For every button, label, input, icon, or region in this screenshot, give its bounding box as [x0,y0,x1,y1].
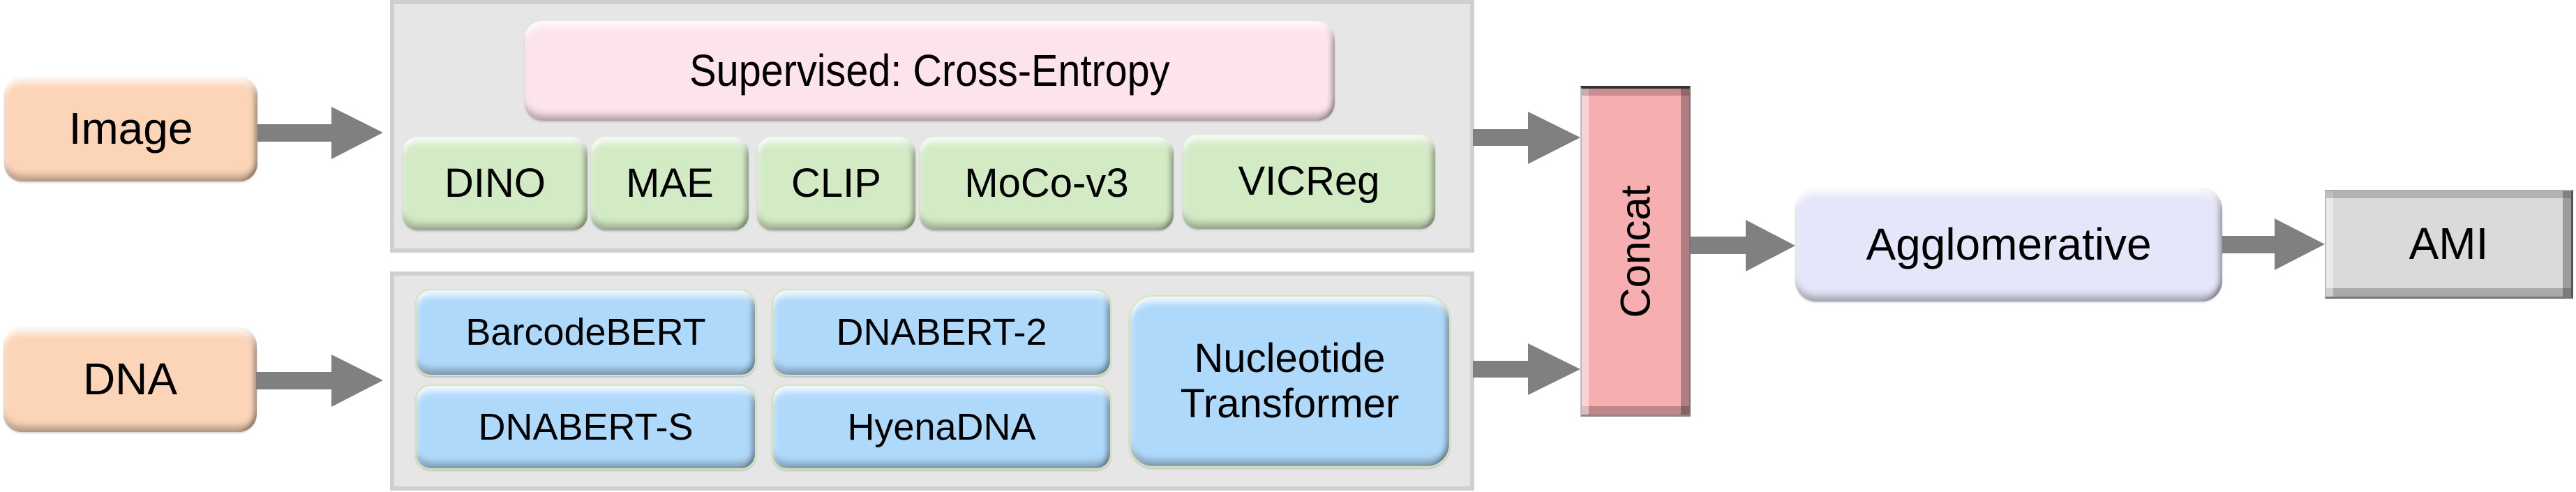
arrow-dna-to-concat [1473,361,1529,378]
dna-encoder-label: BarcodeBERT [465,311,706,354]
ssl-encoder-label: VICReg [1238,158,1380,204]
ssl-encoder-label: MAE [626,160,714,206]
arrow-head-icon [331,107,383,159]
clustering-label: Agglomerative [1866,218,2152,269]
dna-encoder-dnabert-2: DNABERT-2 [772,289,1111,376]
arrow-head-icon [2275,218,2325,270]
ssl-encoder-moco-v3: MoCo-v3 [920,137,1174,230]
ssl-encoder-clip: CLIP [757,137,915,230]
arrow-head-icon [1528,112,1580,164]
dna-encoder-barcodebert: BarcodeBERT [415,289,756,376]
image-input-box: Image [4,77,257,181]
arrow-head-icon [1746,220,1795,271]
ssl-encoder-label: MoCo-v3 [964,160,1129,206]
arrow-image-to-concat [1473,129,1529,146]
ssl-encoder-vicreg: VICReg [1183,135,1435,229]
dna-encoder-nucleotide-transformer: Nucleotide Transformer [1129,295,1451,468]
image-input-label: Image [68,103,193,154]
concat-box: Concat [1580,86,1691,417]
arrow-image-to-encoders [257,124,333,142]
supervised-encoder-box: Supervised: Cross-Entropy [525,21,1335,121]
ssl-encoder-dino: DINO [403,137,587,230]
clustering-box: Agglomerative [1795,188,2222,301]
dna-encoder-label: HyenaDNA [847,405,1036,448]
dna-input-box: DNA [3,327,257,432]
dna-encoder-dnabert-s: DNABERT-S [415,385,756,470]
arrow-head-icon [1528,343,1580,395]
ssl-encoder-label: CLIP [791,160,881,206]
dna-encoder-label-line1: Nucleotide [1194,335,1386,381]
dna-input-label: DNA [82,354,178,405]
arrow-concat-to-clustering [1691,237,1746,254]
dna-encoder-label: DNABERT-S [478,405,694,448]
arrow-dna-to-encoders [256,372,333,389]
metric-box: AMI [2325,190,2573,299]
arrow-head-icon [331,355,383,407]
ssl-encoder-mae: MAE [591,137,749,230]
metric-label: AMI [2409,218,2489,269]
dna-encoder-label: DNABERT-2 [836,311,1047,354]
supervised-encoder-label: Supervised: Cross-Entropy [689,45,1170,96]
arrow-clustering-to-metric [2222,236,2275,253]
dna-encoder-label-line2: Transformer [1180,380,1400,426]
dna-encoder-hyenadna: HyenaDNA [772,385,1111,470]
concat-label: Concat [1612,185,1659,318]
ssl-encoder-label: DINO [444,160,546,206]
